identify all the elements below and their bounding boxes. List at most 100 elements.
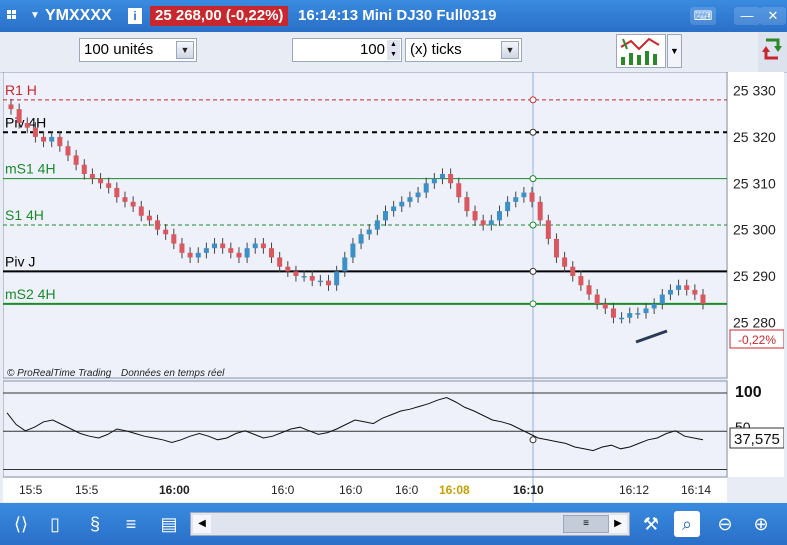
time-tick-label: 16:12 xyxy=(619,483,649,497)
price-tick-label: 25 300 xyxy=(733,222,776,238)
candle-body xyxy=(114,187,120,198)
candle-body xyxy=(472,211,478,221)
crosshair-marker xyxy=(529,436,537,444)
candle-body xyxy=(456,183,462,198)
ticks-stepper[interactable]: ▲ ▼ xyxy=(387,40,400,60)
candle-body xyxy=(391,206,397,212)
candle-body xyxy=(643,308,649,314)
candle-body xyxy=(146,215,152,221)
candle-body xyxy=(309,276,315,281)
candle-body xyxy=(448,174,454,184)
price-tick-label: 25 320 xyxy=(733,129,776,145)
ticks-input[interactable]: 100 ▲ ▼ xyxy=(292,38,402,62)
level-label-s1: S1 4H xyxy=(5,207,44,223)
candle-body xyxy=(545,220,551,239)
candle-body xyxy=(244,248,250,258)
candle-body xyxy=(651,303,657,309)
candle-body xyxy=(382,211,388,221)
candle-body xyxy=(16,109,22,123)
candle-body xyxy=(399,201,405,207)
chart-area[interactable]: R1 H Piv 4H mS1 4H S1 4H Piv J mS2 4H 25 330 2… xyxy=(2,71,785,502)
chevron-down-icon[interactable]: ▼ xyxy=(176,41,194,59)
crosshair-marker xyxy=(529,96,537,104)
candle-body xyxy=(326,280,332,286)
zoom-in-icon[interactable]: ⊕ xyxy=(748,511,774,537)
indicator-tool-icon[interactable] xyxy=(616,34,666,68)
candle-body xyxy=(171,234,177,244)
table-icon[interactable]: ▤ xyxy=(156,511,182,537)
candle-body xyxy=(700,294,706,304)
candle-body xyxy=(73,155,79,165)
units-select-value: 100 unités xyxy=(84,41,154,58)
candle-body xyxy=(415,192,421,198)
window-layout-icon[interactable]: ▯ xyxy=(42,511,68,537)
candle-body xyxy=(179,243,185,253)
info-icon[interactable]: i xyxy=(128,8,142,24)
candle-body xyxy=(610,308,616,318)
minimize-button[interactable]: — xyxy=(734,7,760,25)
candle-body xyxy=(228,248,234,253)
candle-body xyxy=(488,220,494,225)
price-badge: 25 268,00 (-0,22%) xyxy=(150,6,289,26)
crosshair-marker xyxy=(529,175,537,183)
candle-body xyxy=(106,183,112,188)
candle-body xyxy=(562,257,568,267)
candle-body xyxy=(212,243,218,249)
ticks-unit-select[interactable]: (x) ticks ▼ xyxy=(405,38,522,62)
sync-icon[interactable] xyxy=(758,32,787,72)
candle-body xyxy=(407,197,413,202)
candle-body xyxy=(342,257,348,272)
time-tick-label: 16:14 xyxy=(681,483,711,497)
crosshair-marker xyxy=(529,128,537,136)
symbol-dropdown-icon[interactable]: ▼ xyxy=(30,6,40,26)
scrollbar-thumb[interactable]: ≡ xyxy=(563,515,609,533)
chevron-down-icon[interactable]: ▼ xyxy=(667,34,682,68)
candle-body xyxy=(366,229,372,235)
ticks-unit-value: (x) ticks xyxy=(410,41,462,58)
keyboard-icon[interactable]: ⌨ xyxy=(690,7,716,25)
candle-body xyxy=(57,136,63,147)
candle-body xyxy=(602,303,608,309)
candle-body xyxy=(464,197,470,212)
share-icon[interactable]: ⟨⟩ xyxy=(8,511,34,537)
list-icon[interactable]: ≡ xyxy=(118,511,144,537)
candle-body xyxy=(24,123,30,128)
candle-body xyxy=(692,289,698,295)
indicator-value: 37,575 xyxy=(734,431,780,448)
credit-brand: © ProRealTime Trading xyxy=(7,368,112,379)
zoom-fit-icon[interactable]: ⌕ xyxy=(674,511,700,537)
candle-body xyxy=(32,127,38,137)
symbol-label[interactable]: YMXXXX xyxy=(45,6,112,26)
candle-body xyxy=(277,257,283,267)
candle-body xyxy=(89,174,95,179)
close-button[interactable]: ✕ xyxy=(760,7,786,25)
candle-body xyxy=(236,252,242,258)
settings-wrench-icon[interactable]: ⚒ xyxy=(638,511,664,537)
time-tick-label: 16:10 xyxy=(513,483,544,497)
candle-body xyxy=(260,243,266,249)
candle-body xyxy=(374,220,380,230)
time-tick-label: 16:0 xyxy=(395,483,419,497)
grid-icon[interactable] xyxy=(6,6,22,26)
candle-body xyxy=(8,104,14,110)
candle-body xyxy=(358,234,364,244)
time-tick-label: 16:08 xyxy=(439,483,470,497)
chevron-right-icon[interactable]: ▶ xyxy=(609,515,627,533)
price-chart[interactable]: R1 H Piv 4H mS1 4H S1 4H Piv J mS2 4H 25 330 2… xyxy=(2,71,785,502)
candle-body xyxy=(220,243,226,249)
candle-body xyxy=(586,285,592,295)
chevron-left-icon[interactable]: ◀ xyxy=(193,515,211,533)
link-icon[interactable]: § xyxy=(82,511,108,537)
candle-body xyxy=(65,146,71,156)
candle-body xyxy=(98,178,104,184)
candle-body xyxy=(122,197,128,202)
zoom-out-icon[interactable]: ⊖ xyxy=(712,511,738,537)
candle-body xyxy=(252,243,258,249)
crosshair-marker xyxy=(529,267,537,275)
chart-toolbar: 100 unités ▼ 100 ▲ ▼ (x) ticks ▼ ▼ xyxy=(0,32,787,73)
candle-body xyxy=(676,285,682,290)
chevron-down-icon[interactable]: ▼ xyxy=(501,41,519,59)
candle-body xyxy=(41,136,47,142)
units-select[interactable]: 100 unités ▼ xyxy=(79,38,197,62)
horizontal-scrollbar[interactable]: ◀ ≡ ▶ xyxy=(190,512,630,536)
